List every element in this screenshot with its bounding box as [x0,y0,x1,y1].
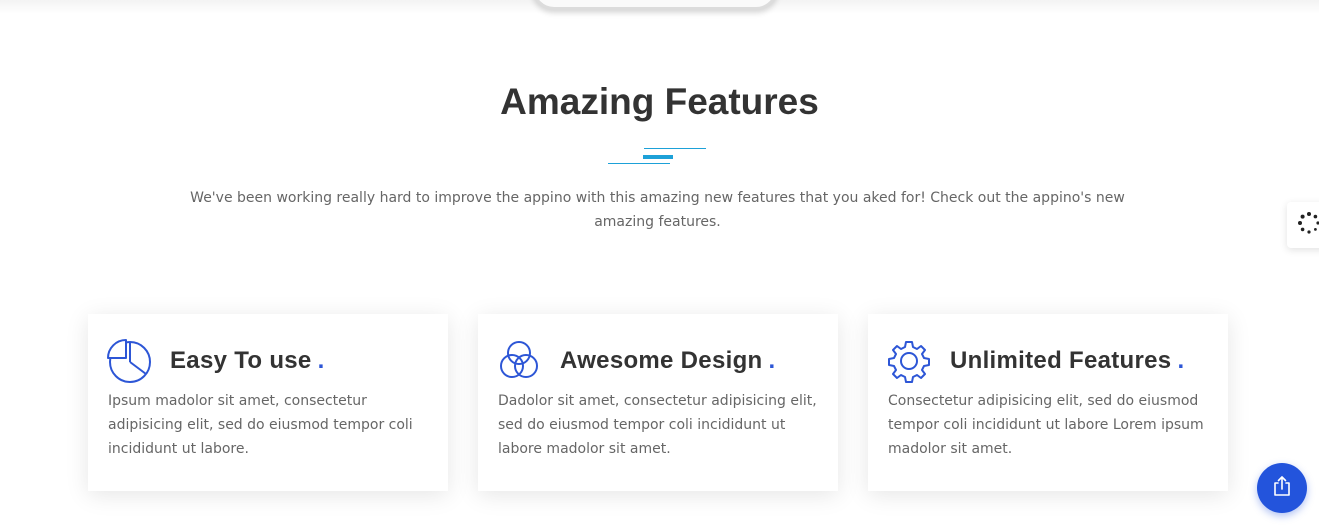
spinner-icon [1297,211,1319,240]
pie-chart-icon [106,338,152,384]
divider-line-middle [643,155,673,159]
divider-line-top [644,148,706,149]
side-settings-widget[interactable] [1287,202,1319,248]
section-title: Amazing Features [500,81,819,122]
feature-card-header: Easy To use . [106,338,324,384]
phone-mockup-bottom [532,0,778,10]
share-icon [1271,475,1293,502]
feature-title-dot: . [317,347,325,374]
feature-card-easy-to-use: Easy To use . Ipsum madolor sit amet, co… [88,314,448,491]
feature-title: Awesome Design [560,347,763,374]
feature-title: Easy To use [170,347,312,374]
share-button[interactable] [1257,463,1307,513]
feature-description: Dadolor sit amet, consectetur adipisicin… [498,393,817,457]
feature-card-unlimited-features: Unlimited Features . Consectetur adipisi… [868,314,1228,491]
feature-description: Ipsum madolor sit amet, consectetur adip… [108,393,413,457]
gear-icon [886,338,932,384]
feature-title-dot: . [1177,347,1185,374]
feature-description: Consectetur adipisicing elit, sed do eiu… [888,393,1204,457]
feature-title-dot: . [768,347,776,374]
divider-line-bottom [608,163,670,164]
feature-card-awesome-design: Awesome Design . Dadolor sit amet, conse… [478,314,838,491]
feature-card-header: Unlimited Features . [886,338,1184,384]
feature-card-header: Awesome Design . [496,338,775,384]
title-divider [606,146,710,166]
feature-title: Unlimited Features [950,347,1172,374]
circles-icon [496,338,542,384]
page: Amazing Features We've been working real… [0,0,1319,531]
section-subtitle: We've been working really hard to improv… [190,190,1125,230]
